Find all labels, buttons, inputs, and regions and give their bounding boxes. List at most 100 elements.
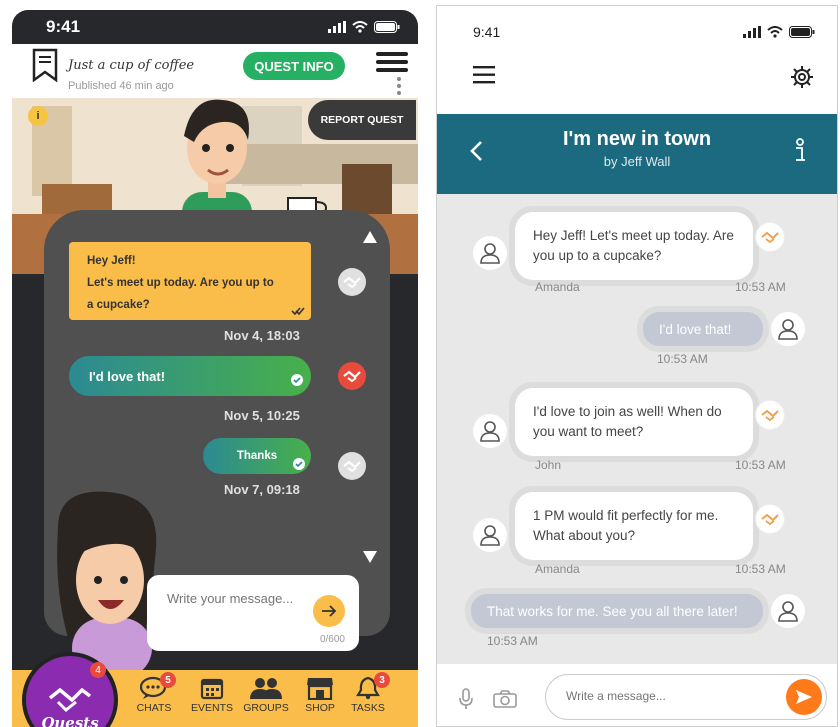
- tab-label: CHATS: [136, 702, 172, 714]
- battery-icon: [374, 21, 400, 33]
- status-bar: 9:41: [437, 24, 837, 40]
- tab-label: EVENTS: [190, 702, 233, 714]
- message-bubble: Hey Jeff! Let's meet up today. Are you u…: [69, 242, 311, 320]
- status-time: 9:41: [473, 24, 501, 40]
- handshake-reaction-icon[interactable]: [755, 400, 785, 430]
- message-author: Amanda: [535, 562, 580, 576]
- chat-title: I'm new in town: [562, 128, 712, 150]
- tab-tasks[interactable]: TASKS 3: [338, 672, 398, 714]
- message-input[interactable]: [566, 689, 766, 703]
- handshake-reaction-icon[interactable]: [338, 452, 366, 480]
- signal-icon: [743, 26, 761, 38]
- message-line: Hey Jeff!: [87, 255, 136, 267]
- chat-subtitle: by Jeff Wall: [603, 154, 671, 169]
- tab-label: SHOP: [305, 702, 335, 714]
- message-text: That works for me. See you all there lat…: [487, 603, 738, 619]
- message-author: John: [535, 458, 562, 472]
- message-timestamp: Nov 4, 18:03: [224, 328, 300, 343]
- handshake-reaction-icon[interactable]: [755, 222, 785, 252]
- tab-label: TASKS: [351, 702, 385, 714]
- message-input-container: [545, 674, 827, 720]
- message-line: Let's meet up today. Are you up to: [87, 277, 274, 289]
- quest-title: Just a cup of coffee: [68, 58, 195, 73]
- message-timestamp: 10:53 AM: [735, 562, 786, 576]
- character-counter: 0/600: [319, 634, 345, 645]
- message-text: I'd love that!: [89, 368, 166, 384]
- wifi-icon: [767, 26, 783, 38]
- calendar-icon: [200, 676, 224, 700]
- status-bar: 9:41: [12, 10, 418, 44]
- info-icon[interactable]: [793, 138, 807, 164]
- quest-header: Just a cup of coffee Published 46 min ag…: [12, 44, 418, 98]
- bookmark-icon[interactable]: [32, 48, 58, 82]
- notification-badge: 3: [374, 672, 390, 688]
- notification-badge: 4: [90, 662, 106, 678]
- handshake-reaction-icon[interactable]: [755, 504, 785, 534]
- tab-groups[interactable]: GROUPS: [236, 676, 296, 714]
- message-bubble: I'd love that!: [69, 356, 311, 396]
- hamburger-menu-icon[interactable]: [376, 52, 408, 74]
- info-badge[interactable]: i: [28, 106, 48, 126]
- handshake-icon: [48, 684, 92, 714]
- message-bubble: Thanks: [203, 438, 311, 474]
- gear-icon[interactable]: [791, 66, 813, 88]
- message-timestamp: Nov 7, 09:18: [224, 482, 300, 497]
- check-icon: [291, 374, 303, 386]
- quest-chat-screen: 9:41 Just a cup of coffee Published 46 m…: [12, 10, 418, 727]
- message-author: Amanda: [535, 280, 580, 294]
- message-text: I'd love that!: [659, 321, 732, 337]
- status-time: 9:41: [46, 17, 81, 36]
- scroll-down-icon[interactable]: [362, 550, 378, 564]
- message-bubble: I'd love that!: [643, 312, 763, 346]
- message-text: Thanks: [236, 450, 278, 462]
- send-button[interactable]: [313, 595, 345, 627]
- group-chat-screen: 9:41 I'm new in town by Jeff Wall Hey Je…: [436, 5, 838, 727]
- send-button[interactable]: [786, 679, 822, 715]
- top-bar: 9:41: [437, 6, 837, 114]
- published-time: Published 46 min ago: [68, 80, 174, 92]
- message-timestamp: 10:53 AM: [487, 634, 538, 648]
- notification-badge: 5: [160, 672, 176, 688]
- avatar: [473, 236, 507, 270]
- message-text: Hey Jeff! Let's meet up today. Are you u…: [533, 228, 734, 263]
- check-icon: [293, 458, 305, 470]
- character-male-illustration: [172, 92, 262, 222]
- tab-label: GROUPS: [243, 702, 289, 714]
- chat-header: I'm new in town by Jeff Wall: [437, 114, 837, 194]
- message-composer: [437, 664, 837, 726]
- message-timestamp: 10:53 AM: [735, 280, 786, 294]
- shop-icon: [306, 676, 334, 700]
- message-timestamp: 10:53 AM: [735, 458, 786, 472]
- handshake-reaction-icon[interactable]: [338, 362, 366, 390]
- message-composer: 0/600: [147, 575, 359, 651]
- avatar: [473, 518, 507, 552]
- message-bubble: I'd love to join as well! When do you wa…: [515, 388, 753, 456]
- message-text: 1 PM would fit perfectly for me. What ab…: [533, 508, 719, 543]
- quests-label: Quests: [41, 714, 99, 727]
- message-bubble: That works for me. See you all there lat…: [471, 594, 763, 628]
- quest-info-button[interactable]: QUEST INFO: [243, 52, 345, 80]
- message-input[interactable]: [167, 591, 307, 606]
- message-bubble: 1 PM would fit perfectly for me. What ab…: [515, 492, 753, 560]
- signal-icon: [328, 21, 346, 33]
- tab-events[interactable]: EVENTS: [182, 676, 242, 714]
- more-vertical-icon[interactable]: [396, 76, 402, 96]
- message-timestamp: 10:53 AM: [657, 352, 708, 366]
- message-line: a cupcake?: [87, 299, 150, 311]
- scroll-up-icon[interactable]: [362, 230, 378, 244]
- message-bubble: Hey Jeff! Let's meet up today. Are you u…: [515, 212, 753, 280]
- message-timestamp: Nov 5, 10:25: [224, 408, 300, 423]
- double-check-icon: [291, 306, 305, 316]
- tab-chats[interactable]: CHATS 5: [124, 672, 184, 714]
- camera-icon[interactable]: [493, 690, 517, 708]
- handshake-reaction-icon[interactable]: [338, 268, 366, 296]
- group-icon: [249, 676, 283, 700]
- microphone-icon[interactable]: [459, 688, 473, 710]
- avatar: [771, 312, 805, 346]
- report-quest-button[interactable]: REPORT QUEST: [308, 100, 416, 140]
- hamburger-menu-icon[interactable]: [473, 66, 495, 84]
- avatar: [771, 594, 805, 628]
- message-text: I'd love to join as well! When do you wa…: [533, 404, 722, 439]
- avatar: [473, 414, 507, 448]
- battery-icon: [789, 26, 815, 38]
